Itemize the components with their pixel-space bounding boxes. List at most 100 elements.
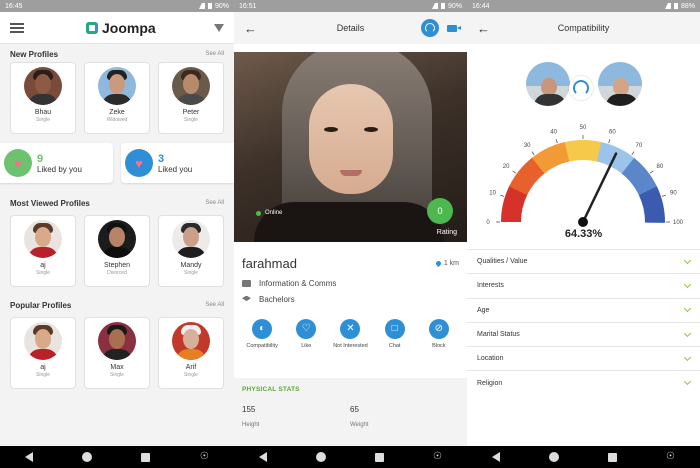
profile-card[interactable]: aj Single bbox=[10, 215, 76, 287]
category-row[interactable]: Marital Status bbox=[467, 321, 700, 346]
gauge-tick-label: 30 bbox=[524, 143, 531, 149]
accessibility-icon[interactable]: ☉ bbox=[199, 452, 209, 462]
action-label: Compatibility bbox=[246, 343, 278, 349]
compatibility-icon[interactable] bbox=[421, 19, 439, 37]
briefcase-icon bbox=[242, 279, 251, 287]
category-row[interactable]: Age bbox=[467, 297, 700, 322]
gauge-tick-label: 100 bbox=[673, 220, 684, 226]
home-icon[interactable] bbox=[315, 452, 326, 462]
new-profiles-list: Bhau Single Zeke Widowed Peter Single bbox=[0, 62, 234, 134]
home-icon[interactable] bbox=[81, 452, 92, 462]
recents-icon[interactable] bbox=[374, 452, 384, 462]
avatar bbox=[98, 220, 136, 258]
see-all-link[interactable]: See All bbox=[205, 200, 224, 206]
accessibility-icon[interactable]: ☉ bbox=[433, 452, 443, 462]
profile-status: Single bbox=[184, 117, 198, 123]
chevron-down-icon bbox=[683, 305, 692, 313]
block-icon: ⊘ bbox=[428, 319, 449, 339]
signal-icon bbox=[198, 3, 205, 9]
video-call-icon[interactable] bbox=[447, 24, 461, 32]
home-icon[interactable] bbox=[548, 452, 559, 462]
gauge-tick-label: 0 bbox=[486, 220, 490, 226]
online-indicator: Online bbox=[256, 210, 282, 216]
see-all-link[interactable]: See All bbox=[205, 51, 224, 57]
compatibility-screen: 16:44 88% ← Compatibility 0 10 20 30 40 50 60 7… bbox=[467, 0, 700, 468]
signal-icon bbox=[664, 3, 671, 9]
gauge-tick-label: 80 bbox=[657, 164, 664, 170]
recents-icon[interactable] bbox=[607, 452, 617, 462]
profile-photo[interactable]: Online 0 Rating bbox=[234, 52, 467, 242]
back-icon[interactable] bbox=[491, 452, 500, 462]
details-screen: 16:51 90% ← Details Online 0 Rating fara… bbox=[234, 0, 467, 468]
most-viewed-header: Most Viewed Profiles See All bbox=[0, 195, 234, 211]
weight-value: 65 bbox=[350, 405, 359, 414]
compatibility-percent: 64.33% bbox=[564, 228, 603, 240]
profile-card[interactable]: aj Single bbox=[10, 317, 76, 389]
profile-name: Peter bbox=[182, 109, 200, 116]
category-row[interactable]: Interests bbox=[467, 273, 700, 297]
location-pin-icon bbox=[434, 259, 442, 268]
menu-icon[interactable] bbox=[10, 22, 24, 33]
chat-icon: □ bbox=[384, 319, 405, 339]
profile-name: aj bbox=[40, 262, 46, 269]
heart-icon: ♡ bbox=[296, 319, 317, 339]
profile-status: Single bbox=[36, 372, 50, 378]
liked-you-card[interactable]: ♥ 3 Liked you bbox=[121, 143, 234, 183]
profile-card[interactable]: Bhau Single bbox=[10, 62, 76, 134]
profile-card[interactable]: Arif Single bbox=[158, 317, 224, 389]
not-interested-button[interactable]: ✕ Not Interested bbox=[330, 319, 370, 350]
block-button[interactable]: ⊘ Block bbox=[419, 319, 459, 350]
category-label: Marital Status bbox=[477, 331, 520, 339]
category-row[interactable]: Religion bbox=[467, 370, 700, 394]
profile-card[interactable]: Zeke Widowed bbox=[84, 62, 150, 134]
page-title: Details bbox=[336, 23, 365, 33]
action-label: Like bbox=[301, 343, 312, 349]
section-title: PHYSICAL STATS bbox=[242, 386, 300, 393]
page-title: Compatibility bbox=[557, 23, 610, 33]
profile-status: Single bbox=[36, 117, 50, 123]
system-nav-bar: ☉ bbox=[234, 446, 467, 468]
rating-badge[interactable]: 0 bbox=[427, 198, 453, 224]
category-row[interactable]: Qualities / Value bbox=[467, 249, 700, 273]
most-viewed-list: aj Single Stephen Divorced Mandy Single bbox=[0, 215, 234, 287]
back-icon[interactable] bbox=[258, 452, 267, 462]
graduation-cap-icon bbox=[242, 295, 251, 302]
back-icon[interactable] bbox=[24, 452, 33, 462]
back-arrow-icon[interactable]: ← bbox=[477, 21, 493, 36]
online-dot-icon bbox=[256, 210, 261, 216]
distance: 1 km bbox=[434, 259, 459, 268]
status-time: 16:51 bbox=[239, 2, 257, 10]
profile-card[interactable]: Max Single bbox=[84, 317, 150, 389]
gauge-tick-label: 90 bbox=[670, 191, 677, 197]
profile-status: Widowed bbox=[106, 117, 128, 123]
chevron-down-icon bbox=[683, 256, 692, 264]
profile-name: Mandy bbox=[180, 262, 202, 269]
popular-list: aj Single Max Single Arif Single bbox=[0, 317, 234, 389]
chat-button[interactable]: □ Chat bbox=[375, 319, 415, 350]
filter-icon[interactable] bbox=[214, 23, 224, 32]
like-button[interactable]: ♡ Like bbox=[286, 319, 326, 350]
compatibility-icon bbox=[569, 76, 593, 100]
logo-icon bbox=[86, 21, 98, 34]
liked-by-you-label: Liked by you bbox=[37, 164, 82, 174]
chevron-down-icon bbox=[683, 378, 692, 386]
profile-card[interactable]: Stephen Divorced bbox=[84, 215, 150, 287]
category-row[interactable]: Location bbox=[467, 346, 700, 370]
avatar bbox=[98, 67, 136, 105]
profile-name: Stephen bbox=[103, 262, 131, 269]
education: Bachelors bbox=[259, 294, 295, 304]
profile-card[interactable]: Mandy Single bbox=[158, 215, 224, 287]
gauge-tick bbox=[661, 194, 666, 197]
distance-value: 1 km bbox=[443, 260, 459, 267]
avatar bbox=[24, 67, 62, 105]
category-label: Interests bbox=[477, 282, 504, 290]
profile-status: Single bbox=[184, 270, 198, 276]
compatibility-button[interactable]: ◐ Compatibility bbox=[242, 319, 282, 350]
back-arrow-icon[interactable]: ← bbox=[244, 21, 260, 36]
profile-card[interactable]: Peter Single bbox=[158, 62, 224, 134]
avatar bbox=[172, 67, 210, 105]
liked-by-you-card[interactable]: ♥ 9 Liked by you bbox=[0, 143, 113, 183]
see-all-link[interactable]: See All bbox=[205, 302, 224, 308]
accessibility-icon[interactable]: ☉ bbox=[666, 452, 676, 462]
recents-icon[interactable] bbox=[141, 452, 151, 462]
